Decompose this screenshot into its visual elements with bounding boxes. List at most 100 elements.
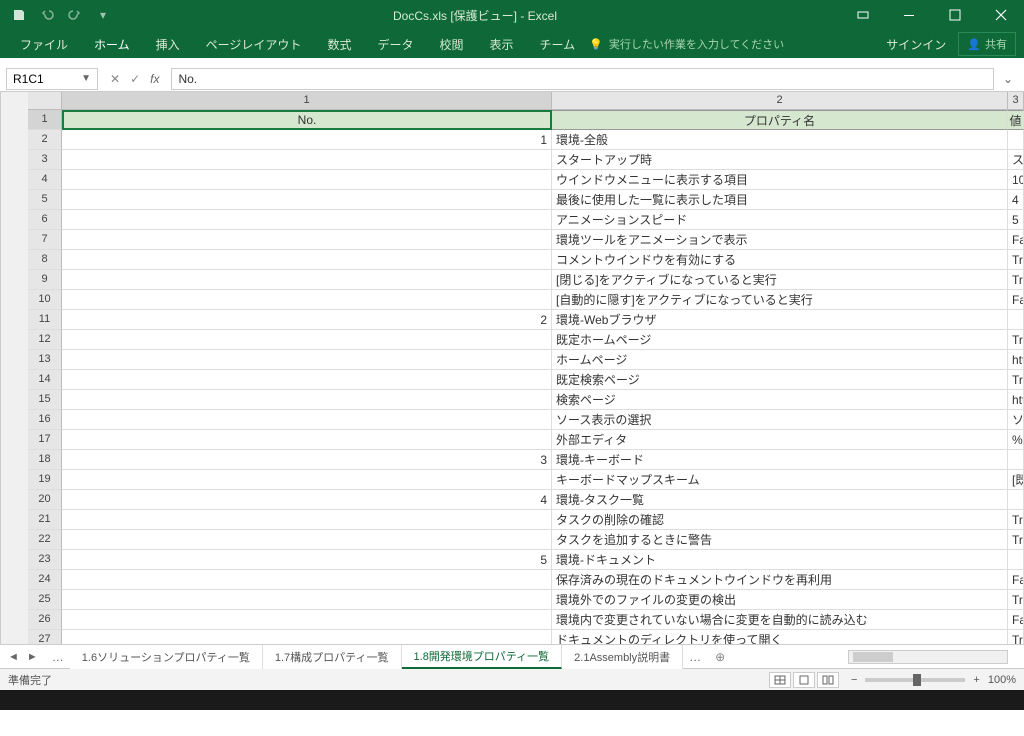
row-header[interactable]: 2	[28, 130, 62, 150]
row-header[interactable]: 7	[28, 230, 62, 250]
cell-name[interactable]: 既定ホームページ	[552, 330, 1008, 350]
cell-no[interactable]	[62, 470, 552, 490]
cell-name[interactable]: 環境内で変更されていない場合に変更を自動的に読み込む	[552, 610, 1008, 630]
tab-pagelayout[interactable]: ページレイアウト	[194, 30, 314, 58]
cell-no[interactable]	[62, 230, 552, 250]
cell-value[interactable]	[1008, 550, 1024, 570]
sheet-tab-3[interactable]: 2.1Assembly説明書	[562, 645, 683, 669]
tab-team[interactable]: チーム	[528, 30, 588, 58]
cell-name[interactable]: 環境-ドキュメント	[552, 550, 1008, 570]
row-header[interactable]: 13	[28, 350, 62, 370]
row-header[interactable]: 6	[28, 210, 62, 230]
view-pagelayout-icon[interactable]	[793, 672, 815, 688]
cell-no[interactable]	[62, 150, 552, 170]
cell-name[interactable]: アニメーションスピード	[552, 210, 1008, 230]
row-header[interactable]: 4	[28, 170, 62, 190]
cell-value[interactable]: True	[1008, 530, 1024, 550]
tab-formulas[interactable]: 数式	[315, 30, 363, 58]
cell-value[interactable]: 4	[1008, 190, 1024, 210]
cell-name[interactable]: コメントウインドウを有効にする	[552, 250, 1008, 270]
header-no[interactable]: No.	[62, 110, 552, 130]
cell-value[interactable]: False	[1008, 290, 1024, 310]
minimize-button[interactable]	[886, 0, 932, 30]
row-header[interactable]: 14	[28, 370, 62, 390]
cell-value[interactable]: 5	[1008, 210, 1024, 230]
cell-no[interactable]	[62, 190, 552, 210]
row-header[interactable]: 15	[28, 390, 62, 410]
cell-no[interactable]	[62, 610, 552, 630]
row-header[interactable]: 27	[28, 630, 62, 644]
cell-name[interactable]: [自動的に隠す]をアクティブになっていると実行	[552, 290, 1008, 310]
cell-name[interactable]: 保存済みの現在のドキュメントウインドウを再利用	[552, 570, 1008, 590]
row-header[interactable]: 19	[28, 470, 62, 490]
cell-value[interactable]: True	[1008, 510, 1024, 530]
header-name[interactable]: プロパティ名	[552, 110, 1008, 130]
qat-dropdown-icon[interactable]: ▾	[96, 8, 110, 22]
cell-name[interactable]: 環境-キーボード	[552, 450, 1008, 470]
cell-no[interactable]	[62, 370, 552, 390]
name-box[interactable]: R1C1 ▼	[6, 68, 98, 90]
cell-no[interactable]	[62, 590, 552, 610]
cell-value[interactable]: True	[1008, 330, 1024, 350]
sheet-tab-2[interactable]: 1.8開発環境プロパティ一覧	[402, 645, 563, 669]
ribbon-options-icon[interactable]	[840, 0, 886, 30]
formula-input[interactable]: No.	[171, 68, 994, 90]
view-normal-icon[interactable]	[769, 672, 791, 688]
cell-no[interactable]	[62, 570, 552, 590]
cell-value[interactable]: スタートページの表示	[1008, 150, 1024, 170]
cell-name[interactable]: 最後に使用した一覧に表示した項目	[552, 190, 1008, 210]
cell-value[interactable]: 10	[1008, 170, 1024, 190]
row-header[interactable]: 20	[28, 490, 62, 510]
col-header[interactable]: 3	[1008, 92, 1024, 110]
cell-no[interactable]: 5	[62, 550, 552, 570]
cell-value[interactable]: %SYSTEMROOT%\system32\notepad.exe	[1008, 430, 1024, 450]
cell-name[interactable]: [閉じる]をアクティブになっていると実行	[552, 270, 1008, 290]
chevron-down-icon[interactable]: ▼	[81, 73, 91, 84]
vertical-scrollbar[interactable]	[0, 92, 28, 644]
cell-value[interactable]: True	[1008, 370, 1024, 390]
cell-value[interactable]: ソースエディタ	[1008, 410, 1024, 430]
cell-no[interactable]	[62, 270, 552, 290]
signin-link[interactable]: サインイン	[876, 36, 956, 53]
cell-value[interactable]: True	[1008, 270, 1024, 290]
cell-no[interactable]	[62, 410, 552, 430]
col-header[interactable]: 2	[552, 92, 1008, 110]
cell-value[interactable]: False	[1008, 610, 1024, 630]
col-header[interactable]: 1	[62, 92, 552, 110]
cell-no[interactable]	[62, 290, 552, 310]
tab-file[interactable]: ファイル	[8, 30, 80, 58]
cell-no[interactable]: 3	[62, 450, 552, 470]
cell-name[interactable]: 環境-Webブラウザ	[552, 310, 1008, 330]
enter-icon[interactable]: ✓	[130, 72, 140, 86]
cell-no[interactable]	[62, 170, 552, 190]
cell-no[interactable]	[62, 330, 552, 350]
cell-name[interactable]: 既定検索ページ	[552, 370, 1008, 390]
row-header[interactable]: 26	[28, 610, 62, 630]
sheet-tab-0[interactable]: 1.6ソリューションプロパティ一覧	[70, 645, 263, 669]
row-header[interactable]: 16	[28, 410, 62, 430]
cell-name[interactable]: タスクを追加するときに警告	[552, 530, 1008, 550]
sheet-more-right[interactable]: …	[683, 650, 707, 664]
cell-name[interactable]: タスクの削除の確認	[552, 510, 1008, 530]
row-header[interactable]: 21	[28, 510, 62, 530]
cell-no[interactable]: 1	[62, 130, 552, 150]
row-header[interactable]: 8	[28, 250, 62, 270]
cancel-icon[interactable]: ✕	[110, 72, 120, 86]
cell-value[interactable]	[1008, 490, 1024, 510]
fx-icon[interactable]: fx	[150, 72, 159, 86]
maximize-button[interactable]	[932, 0, 978, 30]
cell-value[interactable]	[1008, 130, 1024, 150]
share-button[interactable]: 👤 共有	[958, 32, 1016, 56]
cell-name[interactable]: 環境外でのファイルの変更の検出	[552, 590, 1008, 610]
save-icon[interactable]	[12, 8, 26, 22]
zoom-slider[interactable]	[865, 678, 965, 682]
select-all-corner[interactable]	[28, 92, 62, 110]
row-header[interactable]: 5	[28, 190, 62, 210]
row-header[interactable]: 22	[28, 530, 62, 550]
cell-name[interactable]: ソース表示の選択	[552, 410, 1008, 430]
tab-data[interactable]: データ	[365, 30, 425, 58]
row-header[interactable]: 11	[28, 310, 62, 330]
tab-view[interactable]: 表示	[477, 30, 525, 58]
cell-value[interactable]: http://www.microsoft.com/japan/msdn/defa…	[1008, 350, 1024, 370]
cell-name[interactable]: スタートアップ時	[552, 150, 1008, 170]
